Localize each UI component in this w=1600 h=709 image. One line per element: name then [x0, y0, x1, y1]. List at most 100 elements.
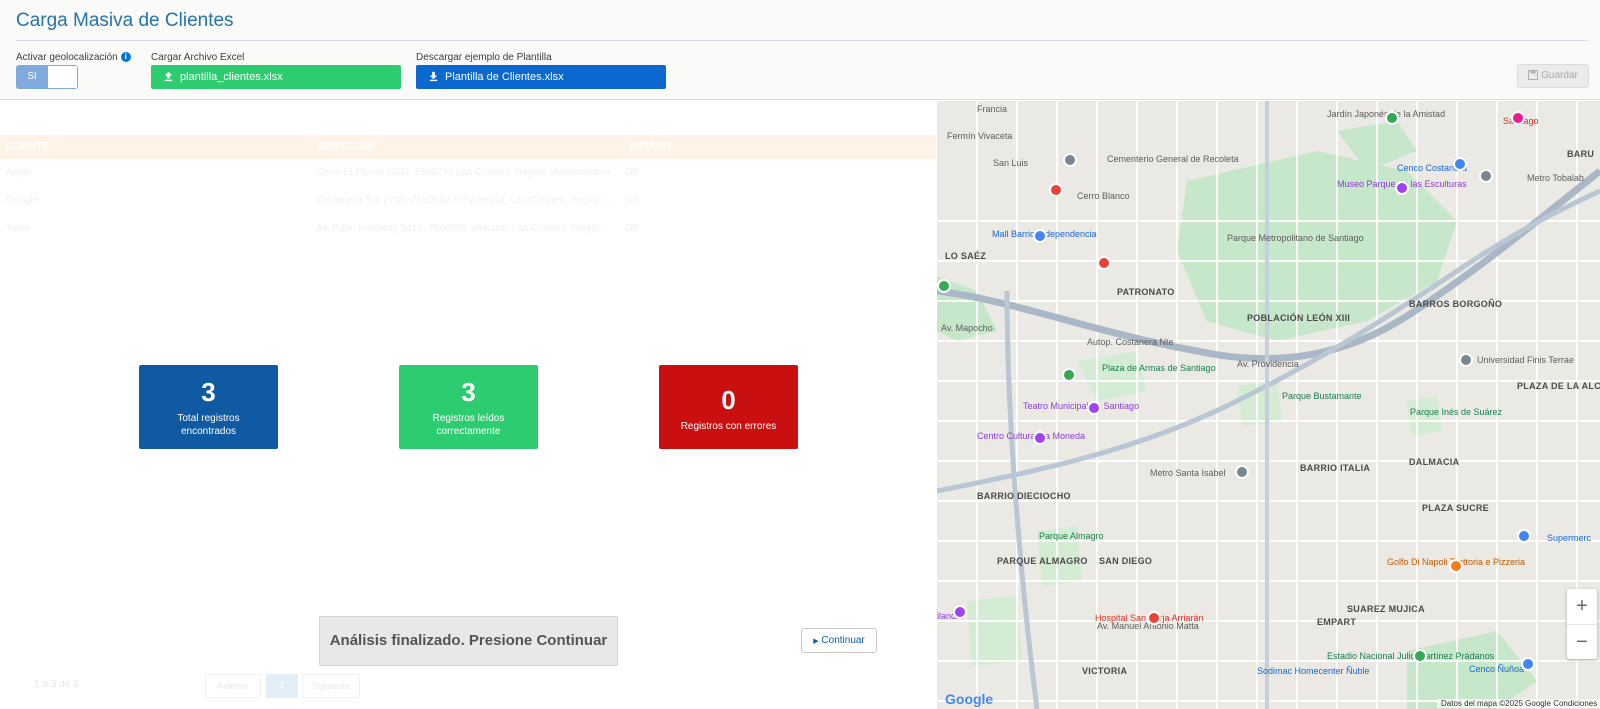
column-direccion[interactable]: DIRECCIÓN: [318, 135, 374, 159]
stat-total-label: Total registros encontrados: [177, 413, 240, 437]
park-marker-icon[interactable]: [1385, 111, 1399, 125]
table-header: CLIENTE ↑ DIRECCIÓN ESTADO: [0, 135, 936, 159]
map-label: Parque Metropolitano de Santiago: [1227, 233, 1364, 243]
university-marker-icon[interactable]: [1459, 353, 1473, 367]
column-estado[interactable]: ESTADO: [630, 135, 671, 159]
stat-errors-label: Registros con errores: [680, 421, 777, 432]
table-row[interactable]: Tesla Av. Pdte. Kennedy 5413, 7560995 Vi…: [0, 215, 936, 243]
map-label: Autop. Costanera Nte: [1087, 337, 1174, 347]
continue-label: Continuar: [821, 635, 865, 646]
cell-estado: OK: [625, 223, 640, 234]
museum-marker-icon[interactable]: [1395, 181, 1409, 195]
cell-cliente: Tesla: [6, 223, 30, 234]
table-row[interactable]: Apple Cerro El Plomo 5630, 7560742 Las C…: [0, 159, 936, 187]
map-label: DALMACIA: [1409, 457, 1460, 467]
stat-read-ok-card: 3 Registros leídos correctamente: [399, 365, 538, 449]
analysis-message: Análisis finalizado. Presione Continuar: [319, 616, 618, 666]
geolocation-label: Activar geolocalización: [16, 52, 118, 63]
toggle-on-label: SI: [17, 66, 47, 88]
stat-read-ok-label: Registros leídos correctamente: [432, 413, 505, 437]
map-label: BARRIO DIECIOCHO: [977, 491, 1071, 501]
stat-read-ok-value: 3: [461, 377, 476, 407]
hospital-marker-icon[interactable]: [1147, 611, 1161, 625]
table-row[interactable]: Google Costanera Sur 2730, 7550692 Provi…: [0, 187, 936, 215]
stat-total-value: 3: [201, 377, 216, 407]
map-label: PATRONATO: [1117, 287, 1175, 297]
header: Carga Masiva de Clientes Activar geoloca…: [0, 0, 1600, 100]
zoom-in-button[interactable]: +: [1567, 589, 1597, 624]
map-label: PLAZA SUCRE: [1422, 503, 1489, 513]
stat-errors-value: 0: [721, 385, 736, 415]
restaurant-marker-icon[interactable]: [1449, 559, 1463, 573]
continue-button[interactable]: ▶ Continuar: [801, 628, 877, 653]
map-label: LO SAÉZ: [945, 251, 987, 261]
map-label: Estadio Nacional Julio Martínez Prádanos: [1327, 651, 1495, 661]
download-file-name: Plantilla de Clientes.xlsx: [445, 71, 564, 83]
map-label: PARQUE ALMAGRO: [997, 556, 1088, 566]
map-label: SUAREZ MUJICA: [1347, 604, 1425, 614]
map-label: Cerro Blanco: [1077, 191, 1130, 201]
page-title: Carga Masiva de Clientes: [16, 10, 234, 31]
map-label: Av. Providencia: [1237, 359, 1299, 369]
upload-icon: [164, 71, 173, 82]
save-label: Guardar: [1541, 70, 1578, 81]
cell-cliente: Google: [6, 195, 39, 206]
theater-marker-icon[interactable]: [1087, 401, 1101, 415]
pagination-count: 1 a 3 de 3: [34, 679, 79, 690]
column-cliente[interactable]: CLIENTE ↑: [6, 135, 57, 159]
map-label: Francia: [977, 104, 1008, 114]
map-label: SAN DIEGO: [1099, 556, 1153, 566]
map-label: Cenco Ñuñoa: [1469, 664, 1525, 674]
park-marker-icon[interactable]: [1413, 649, 1427, 663]
pagination-prev[interactable]: Anterior: [205, 674, 261, 698]
shopping-marker-icon[interactable]: [1517, 529, 1531, 543]
stat-errors-card: 0 Registros con errores: [659, 365, 798, 449]
stat-total-card: 3 Total registros encontrados: [139, 365, 278, 449]
map-label: Cementerio General de Recoleta: [1107, 154, 1239, 164]
attraction-marker-icon[interactable]: [953, 605, 967, 619]
cell-direccion: Cerro El Plomo 5630, 7560742 Las Condes,…: [316, 167, 611, 178]
shopping-marker-icon[interactable]: [1033, 229, 1047, 243]
caret-right-icon: ▶: [813, 638, 819, 645]
map-label: Av. Mapocho: [941, 323, 993, 333]
map-label: EMPART: [1317, 617, 1357, 627]
shopping-marker-icon[interactable]: [1521, 657, 1535, 671]
hospital-marker-icon[interactable]: [1049, 183, 1063, 197]
cell-estado: OK: [625, 167, 640, 178]
map-credit[interactable]: Datos del mapa ©2025 Google Condiciones: [1437, 699, 1600, 708]
metro-marker-icon[interactable]: [1235, 465, 1249, 479]
shopping-marker-icon[interactable]: [1453, 157, 1467, 171]
pagination-next[interactable]: Siguiente: [302, 674, 360, 698]
upload-label: Cargar Archivo Excel: [151, 52, 245, 63]
google-logo: Google: [945, 691, 993, 707]
pagination-current[interactable]: 1: [266, 674, 298, 698]
metro-marker-icon[interactable]: [1479, 169, 1493, 183]
map-label: Sodimac Homecenter Ñuble: [1257, 666, 1370, 676]
hospital-marker-icon[interactable]: [1097, 256, 1111, 270]
zoom-out-button[interactable]: −: [1567, 624, 1597, 659]
download-template-button[interactable]: Plantilla de Clientes.xlsx: [416, 65, 666, 89]
title-divider: [16, 40, 1588, 41]
info-icon[interactable]: i: [120, 52, 131, 63]
landmark-marker-icon[interactable]: [1063, 153, 1077, 167]
hotel-marker-icon[interactable]: [1511, 111, 1525, 125]
museum-marker-icon[interactable]: [1033, 431, 1047, 445]
map[interactable]: Francia Fermín Vivaceta Cementerio Gener…: [937, 101, 1600, 709]
map-label: Centro Cultural La Moneda: [977, 431, 1086, 441]
park-marker-icon[interactable]: [937, 279, 951, 293]
cell-direccion: Costanera Sur 2730, 7550692 Providencia,…: [316, 195, 612, 206]
download-icon: [429, 71, 438, 82]
map-label: Parque Almagro: [1039, 531, 1104, 541]
cell-estado: OK: [625, 195, 640, 206]
map-label: Parque Inés de Suárez: [1410, 407, 1503, 417]
map-label: POBLACIÓN LEÓN XIII: [1247, 313, 1351, 323]
map-label: Universidad Finis Terrae: [1477, 355, 1574, 365]
map-label: BARU: [1567, 149, 1595, 159]
map-label: Fermín Vivaceta: [947, 131, 1013, 141]
map-zoom-controls: + −: [1567, 589, 1597, 659]
upload-file-button[interactable]: plantilla_clientes.xlsx: [151, 65, 401, 89]
save-button[interactable]: Guardar: [1517, 64, 1589, 88]
geolocation-toggle[interactable]: SI: [16, 65, 78, 89]
park-marker-icon[interactable]: [1062, 368, 1076, 382]
toggle-knob: [47, 66, 77, 88]
